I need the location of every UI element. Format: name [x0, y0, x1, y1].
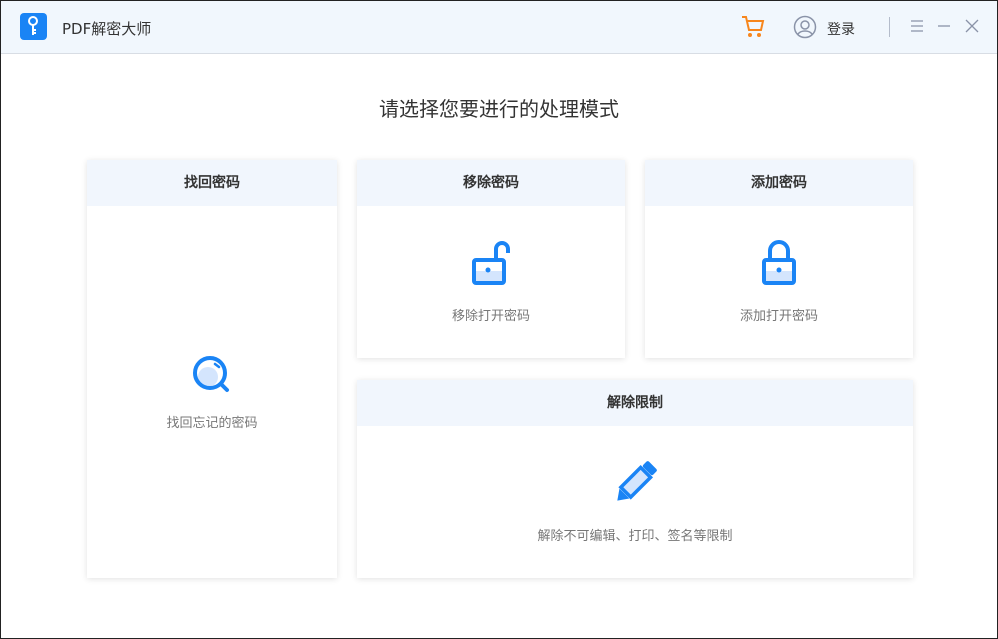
minimize-icon[interactable] [935, 17, 953, 35]
card-add-password[interactable]: 添加密码 添加打开密码 [645, 160, 913, 358]
card-desc: 找回忘记的密码 [166, 416, 258, 431]
card-desc: 解除不可编辑、打印、签名等限制 [537, 529, 733, 544]
unlocked-padlock-icon [471, 240, 511, 290]
magnifier-icon [190, 353, 234, 401]
locked-padlock-icon [761, 240, 797, 290]
card-title: 添加密码 [645, 160, 913, 206]
app-logo-key-icon [20, 13, 47, 40]
app-title: PDF解密大师 [62, 20, 152, 38]
login-button[interactable]: 登录 [827, 19, 855, 39]
title-bar: PDF解密大师 登录 [1, 1, 997, 54]
cart-icon[interactable] [741, 15, 765, 43]
close-icon[interactable] [963, 17, 981, 35]
card-recover-password[interactable]: 找回密码 找回忘记的密码 [87, 160, 337, 578]
page-heading: 请选择您要进行的处理模式 [379, 97, 619, 121]
card-title: 移除密码 [357, 160, 625, 206]
user-avatar-icon[interactable] [793, 15, 817, 43]
card-title: 解除限制 [357, 380, 913, 426]
menu-icon[interactable] [908, 17, 926, 35]
card-remove-password[interactable]: 移除密码 移除打开密码 [357, 160, 625, 358]
card-desc: 添加打开密码 [739, 309, 818, 324]
divider [889, 17, 890, 37]
card-desc: 移除打开密码 [451, 309, 530, 324]
card-title: 找回密码 [87, 160, 337, 206]
card-remove-restrictions[interactable]: 解除限制 解除不可编辑、打印、签名等限制 [357, 380, 913, 578]
pencil-icon [612, 460, 658, 510]
